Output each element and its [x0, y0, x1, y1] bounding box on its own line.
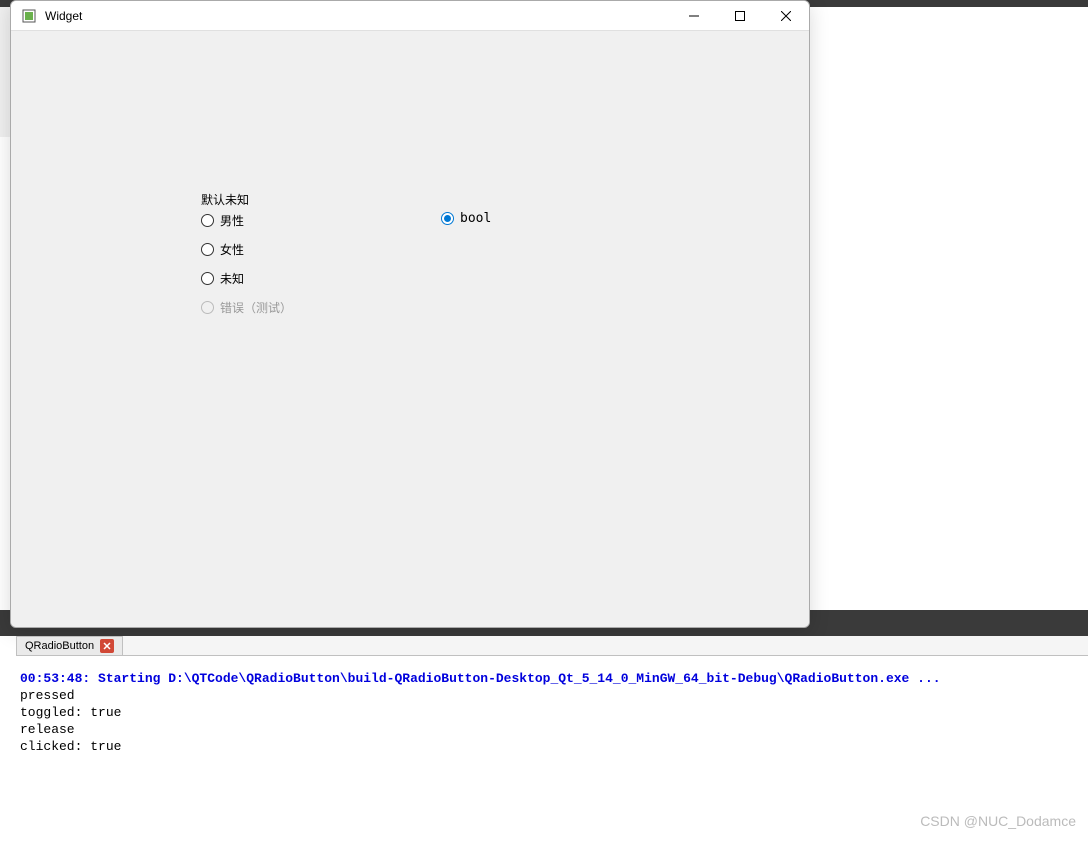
output-line: release	[20, 722, 75, 737]
radio-icon	[201, 243, 214, 256]
radio-bool[interactable]: bool	[441, 211, 491, 226]
radio-icon	[201, 301, 214, 314]
app-icon	[21, 8, 37, 24]
radio-male[interactable]: 男性	[201, 212, 292, 229]
radio-female[interactable]: 女性	[201, 241, 292, 258]
gender-radio-group: 默认未知 男性 女性 未知 错误（测试）	[201, 191, 292, 328]
window-title: Widget	[45, 9, 671, 23]
close-button[interactable]	[763, 1, 809, 31]
radio-label: bool	[460, 211, 491, 226]
output-line: 00:53:48: Starting D:\QTCode\QRadioButto…	[20, 671, 941, 686]
radio-icon	[201, 214, 214, 227]
radio-error: 错误（测试）	[201, 299, 292, 316]
left-gutter	[0, 7, 10, 137]
radio-icon	[201, 272, 214, 285]
output-tab[interactable]: QRadioButton	[16, 636, 123, 655]
radio-label: 未知	[220, 270, 244, 287]
group-label: 默认未知	[201, 191, 292, 208]
widget-window: Widget 默认未知 男性 女性 未知	[10, 0, 810, 628]
radio-label: 错误（测试）	[220, 299, 292, 316]
watermark: CSDN @NUC_Dodamce	[920, 813, 1076, 829]
titlebar[interactable]: Widget	[11, 1, 809, 31]
minimize-button[interactable]	[671, 1, 717, 31]
close-icon[interactable]	[100, 639, 114, 653]
output-line: toggled: true	[20, 705, 121, 720]
tab-label: QRadioButton	[25, 640, 94, 652]
radio-icon	[441, 212, 454, 225]
radio-label: 男性	[220, 212, 244, 229]
maximize-button[interactable]	[717, 1, 763, 31]
output-line: clicked: true	[20, 739, 121, 754]
radio-label: 女性	[220, 241, 244, 258]
output-tab-row: QRadioButton	[16, 636, 1088, 656]
widget-body: 默认未知 男性 女性 未知 错误（测试） bool	[11, 31, 809, 627]
radio-unknown[interactable]: 未知	[201, 270, 292, 287]
output-line: pressed	[20, 688, 75, 703]
